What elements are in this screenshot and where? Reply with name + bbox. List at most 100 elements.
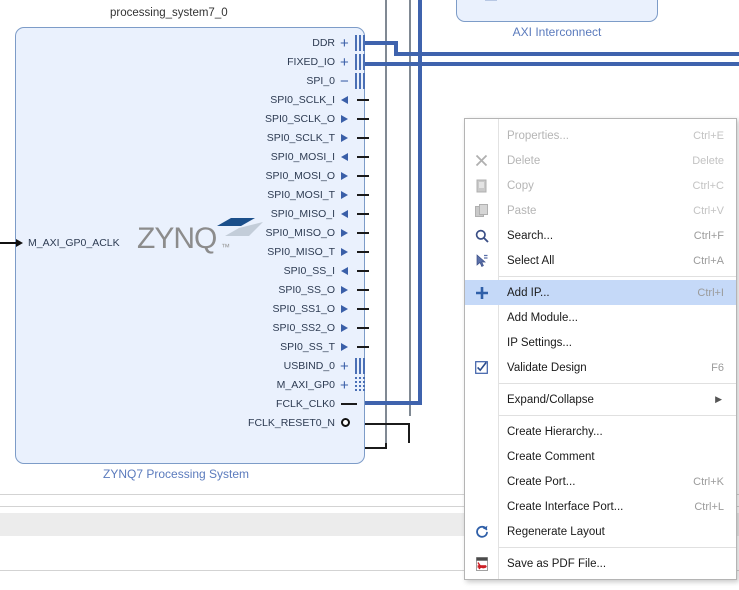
port-label-spi0-mosi-o: SPI0_MOSI_O — [265, 170, 335, 182]
port-stub-spi0-sclk-o — [357, 118, 369, 120]
menu-item-save-as-pdf-file[interactable]: Save as PDF File... — [465, 551, 736, 576]
menu-item-ip-settings[interactable]: IP Settings... — [465, 330, 736, 355]
port-marker-spi0-ss1-o — [341, 305, 348, 313]
menu-item-add-ip[interactable]: Add IP... Ctrl+I — [465, 280, 736, 305]
menu-item-label: Search... — [507, 229, 554, 242]
axi-interconnect-port-stub — [485, 0, 497, 1]
menu-icon-placeholder — [465, 305, 498, 330]
menu-item-shortcut: F6 — [711, 361, 724, 374]
menu-item-create-port[interactable]: Create Port... Ctrl+K — [465, 469, 736, 494]
menu-item-delete[interactable]: Delete Delete — [465, 148, 736, 173]
port-marker-spi0-mosi-t — [341, 191, 348, 199]
menu-item-create-hierarchy[interactable]: Create Hierarchy... — [465, 419, 736, 444]
port-collapse-spi-0[interactable]: − — [340, 74, 349, 89]
menu-icon-placeholder — [465, 494, 498, 519]
bus-connector-fixed-io — [355, 54, 365, 70]
menu-item-shortcut: Ctrl+E — [693, 129, 724, 142]
port-stub-spi0-ss-i — [357, 270, 369, 272]
port-stub-spi0-miso-t — [357, 251, 369, 253]
menu-icon-pdf — [465, 551, 498, 576]
port-marker-spi0-ss2-o — [341, 324, 348, 332]
port-marker-spi0-sclk-i — [341, 96, 348, 104]
menu-icon-validate — [465, 355, 498, 380]
port-expand-usbind-0[interactable]: + — [340, 359, 349, 374]
menu-item-label: Add IP... — [507, 286, 550, 299]
routing-guide-1 — [385, 0, 387, 443]
port-stub-spi0-ss2-o — [357, 327, 369, 329]
bus-connector-m-axi-gp0 — [355, 377, 365, 393]
port-label-usbind-0: USBIND_0 — [283, 360, 335, 372]
port-stub-spi0-sclk-i — [357, 99, 369, 101]
menu-item-label: Copy — [507, 179, 534, 192]
port-marker-spi0-mosi-o — [341, 172, 348, 180]
port-label-spi0-miso-i: SPI0_MISO_I — [270, 208, 335, 220]
port-marker-spi0-sclk-t — [341, 134, 348, 142]
menu-item-create-interface-port[interactable]: Create Interface Port... Ctrl+L — [465, 494, 736, 519]
port-stub-spi0-mosi-i — [357, 156, 369, 158]
menu-item-label: Validate Design — [507, 361, 587, 374]
port-label-spi0-sclk-o: SPI0_SCLK_O — [264, 113, 335, 125]
block-design-canvas[interactable]: AXI Interconnect processing_system7_0 M_… — [0, 0, 739, 590]
canvas-context-menu[interactable]: Properties... Ctrl+E Delete Delete Copy Ctrl+… — [464, 118, 737, 580]
port-marker-spi0-miso-t — [341, 248, 348, 256]
menu-item-label: Properties... — [507, 129, 569, 142]
menu-icon-paste — [465, 198, 498, 223]
menu-icon-plus — [465, 280, 498, 305]
menu-item-label: IP Settings... — [507, 336, 572, 349]
port-label-spi0-sclk-i: SPI0_SCLK_I — [270, 94, 335, 106]
menu-item-create-comment[interactable]: Create Comment — [465, 444, 736, 469]
menu-item-validate-design[interactable]: Validate Design F6 — [465, 355, 736, 380]
menu-item-label: Regenerate Layout — [507, 525, 605, 538]
port-label-m-axi-gp0: M_AXI_GP0 — [276, 379, 335, 391]
menu-item-shortcut: Delete — [692, 154, 724, 167]
port-expand-fixed-io[interactable]: + — [340, 55, 349, 70]
menu-item-shortcut: Ctrl+F — [693, 229, 724, 242]
wire-fclk-clk0-v — [408, 423, 410, 443]
menu-item-add-module[interactable]: Add Module... — [465, 305, 736, 330]
port-marker-spi0-miso-o — [341, 229, 348, 237]
axi-interconnect-block[interactable] — [456, 0, 658, 22]
wire-ddr-h1 — [364, 41, 398, 45]
bus-connector-usbind-0 — [355, 358, 365, 374]
menu-separator — [498, 415, 736, 416]
menu-icon-search — [465, 223, 498, 248]
menu-icon-placeholder — [465, 469, 498, 494]
port-stub-spi0-sclk-t — [357, 137, 369, 139]
menu-item-shortcut: Ctrl+K — [693, 475, 724, 488]
menu-item-paste[interactable]: Paste Ctrl+V — [465, 198, 736, 223]
port-stub-spi0-mosi-o — [357, 175, 369, 177]
menu-item-regenerate-layout[interactable]: Regenerate Layout — [465, 519, 736, 544]
port-label-fclk-reset0-n: FCLK_RESET0_N — [248, 417, 335, 429]
port-expand-m-axi-gp0[interactable]: + — [340, 378, 349, 393]
menu-icon-select-all — [465, 248, 498, 273]
axi-interconnect-caption: AXI Interconnect — [512, 25, 602, 39]
menu-icon-placeholder — [465, 419, 498, 444]
menu-item-properties[interactable]: Properties... Ctrl+E — [465, 123, 736, 148]
port-label-spi0-ss2-o: SPI0_SS2_O — [272, 322, 335, 334]
menu-item-select-all[interactable]: Select All Ctrl+A — [465, 248, 736, 273]
menu-icon-placeholder — [465, 123, 498, 148]
port-label-spi-0: SPI_0 — [306, 75, 335, 87]
port-stub-spi0-miso-o — [357, 232, 369, 234]
menu-icon-placeholder — [465, 330, 498, 355]
port-marker-spi0-sclk-o — [341, 115, 348, 123]
menu-item-expand-collapse[interactable]: Expand/Collapse ▶ — [465, 387, 736, 412]
menu-item-label: Add Module... — [507, 311, 578, 324]
port-marker-spi0-mosi-i — [341, 153, 348, 161]
menu-separator — [498, 383, 736, 384]
block-title: processing_system7_0 — [110, 7, 228, 19]
port-stub-fclk-clk0 — [341, 403, 357, 405]
context-menu-items: Properties... Ctrl+E Delete Delete Copy Ctrl+… — [465, 123, 736, 576]
port-marker-spi0-ss-i — [341, 267, 348, 275]
port-label-spi0-ss-t: SPI0_SS_T — [280, 341, 335, 353]
menu-icon-delete-x — [465, 148, 498, 173]
menu-item-search[interactable]: Search... Ctrl+F — [465, 223, 736, 248]
menu-item-shortcut: Ctrl+A — [693, 254, 724, 267]
menu-item-shortcut: Ctrl+I — [697, 286, 724, 299]
port-expand-ddr[interactable]: + — [340, 36, 349, 51]
port-label-spi0-miso-o: SPI0_MISO_O — [265, 227, 335, 239]
menu-item-label: Create Port... — [507, 475, 576, 488]
port-marker-spi0-miso-i — [341, 210, 348, 218]
menu-item-copy[interactable]: Copy Ctrl+C — [465, 173, 736, 198]
menu-separator — [498, 547, 736, 548]
